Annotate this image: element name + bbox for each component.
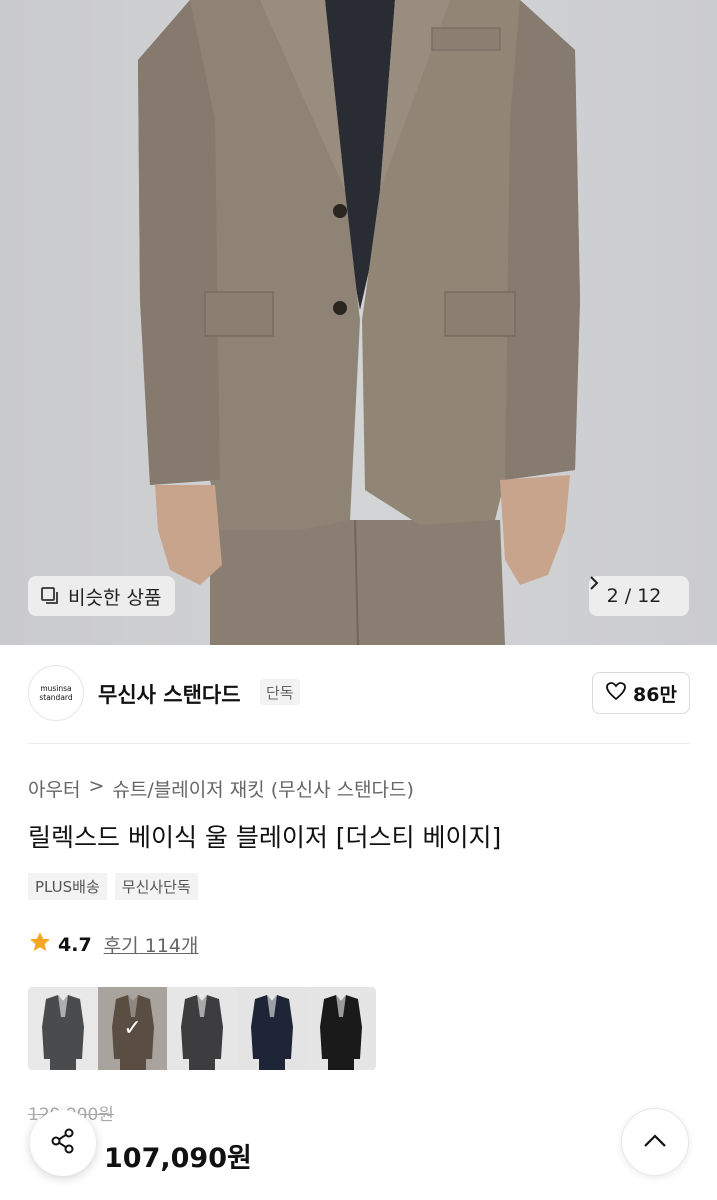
star-icon (28, 930, 52, 959)
color-swatch[interactable] (306, 987, 376, 1070)
color-swatch[interactable] (28, 987, 98, 1070)
brand-logo-line2: standard (39, 693, 73, 702)
like-button[interactable]: 86만 (592, 672, 690, 714)
product-tags: PLUS배송 무신사단독 (28, 873, 198, 900)
review-link[interactable]: 후기 114개 (104, 931, 199, 958)
rating-score: 4.7 (58, 933, 92, 956)
color-options: ✓ (28, 987, 376, 1070)
tag-plus-delivery: PLUS배송 (28, 873, 107, 900)
product-title: 릴렉스드 베이식 울 블레이저 [더스티 베이지] (28, 823, 502, 852)
scroll-top-button[interactable] (621, 1108, 689, 1176)
divider (28, 743, 690, 744)
product-image[interactable]: 비슷한 상품 2 / 12 (0, 0, 717, 645)
chevron-up-icon (643, 1133, 667, 1152)
rating: 4.7 후기 114개 (28, 930, 198, 959)
brand-logo[interactable]: musinsa standard (28, 665, 84, 721)
like-count: 86만 (633, 683, 677, 706)
breadcrumb-category[interactable]: 아우터 (28, 775, 80, 802)
brand-name[interactable]: 무신사 스탠다드 (98, 679, 241, 709)
breadcrumb: 아우터 > 슈트/블레이저 재킷 (무신사 스탠다드) (28, 775, 414, 802)
heart-icon (605, 681, 627, 706)
brand-row: musinsa standard 무신사 스탠다드 단독 86만 (0, 645, 717, 743)
similar-products-button[interactable]: 비슷한 상품 (28, 576, 176, 616)
color-swatch[interactable] (167, 987, 237, 1070)
color-swatch[interactable]: ✓ (97, 987, 168, 1070)
copy-icon (40, 586, 60, 606)
sale-price: 107,090원 (104, 1143, 252, 1174)
brand-logo-line1: musinsa (40, 684, 72, 693)
tag-exclusive: 무신사단독 (114, 873, 198, 900)
breadcrumb-subcategory[interactable]: 슈트/블레이저 재킷 (무신사 스탠다드) (112, 775, 414, 802)
share-button[interactable] (30, 1110, 96, 1176)
share-icon (48, 1126, 78, 1160)
breadcrumb-separator: > (88, 775, 105, 797)
selected-check-icon: ✓ (97, 987, 168, 1070)
image-counter-text: 2 / 12 (606, 585, 662, 607)
blazer-photo (138, 0, 580, 645)
color-swatch[interactable] (236, 987, 307, 1070)
image-counter[interactable]: 2 / 12 (589, 576, 689, 616)
similar-products-label: 비슷한 상품 (68, 586, 162, 609)
exclusive-badge: 단독 (260, 679, 300, 705)
